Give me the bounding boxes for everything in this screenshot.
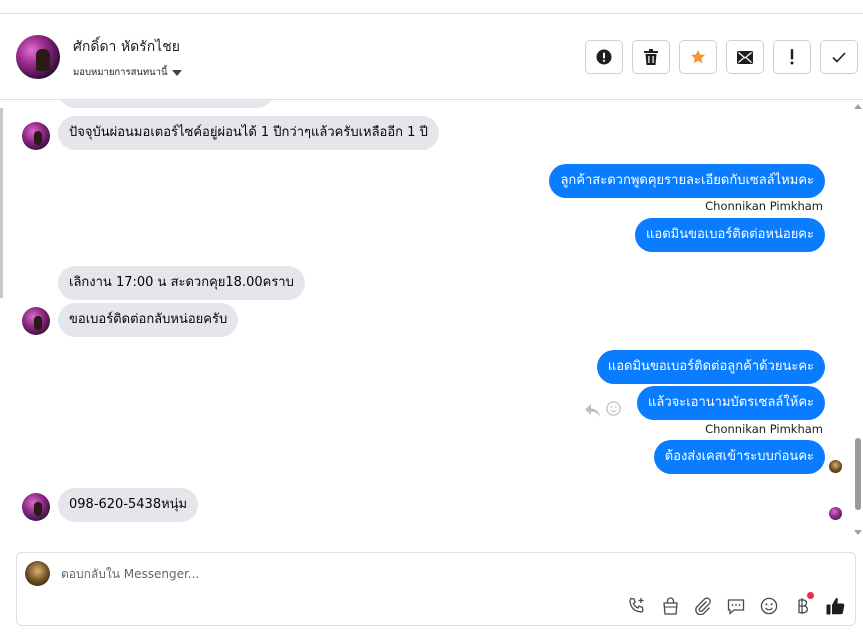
contact-avatar-small[interactable] [22, 307, 50, 335]
emoji-icon[interactable] [759, 596, 779, 616]
message-incoming[interactable]: เลิกงาน 17:00 น สะดวกคุย18.00คราบ [58, 266, 305, 300]
message-outgoing[interactable]: ลูกค้าสะดวกพูดคุยรายละเอียดกับเซลล์ไหมคะ [549, 164, 825, 198]
scroll-up-arrow[interactable] [854, 104, 862, 109]
message-incoming[interactable]: ขอเบอร์ติดต่อกลับหน่อยครับ [58, 303, 239, 337]
scroll-thumb[interactable] [855, 438, 861, 510]
phone-add-icon[interactable] [627, 596, 647, 616]
message-incoming[interactable]: ปัจจุบันผ่อนมอเตอร์ไซค์อยู่ผ่อนได้ 1 ปีก… [58, 116, 439, 150]
spam-button[interactable] [585, 40, 623, 74]
done-button[interactable] [820, 40, 858, 74]
paperclip-icon[interactable] [693, 596, 713, 616]
assign-label: มอบหมายการสนทนานี้ [73, 67, 168, 78]
react-emoji-icon[interactable] [606, 401, 621, 420]
sender-name: Chonnikan Pimkham [705, 199, 823, 213]
mark-unread-button[interactable] [726, 40, 764, 74]
reply-icon[interactable] [585, 402, 600, 421]
contact-read-avatar [829, 507, 842, 520]
composer-tools [627, 592, 845, 616]
alert-circle-icon [596, 49, 612, 65]
conversation-header: ศักดิ์ดา หัดรักไชย มอบหมายการสนทนานี้ [0, 14, 863, 100]
message-bubble-clipped [58, 100, 274, 108]
star-icon [691, 50, 705, 64]
saved-reply-icon[interactable] [726, 596, 746, 616]
notification-dot [807, 592, 814, 599]
message-thread: ปัจจุบันผ่อนมอเตอร์ไซค์อยู่ผ่อนได้ 1 ปีก… [0, 100, 852, 545]
page-avatar [25, 561, 50, 586]
reply-input[interactable] [61, 567, 561, 581]
sender-name: Chonnikan Pimkham [705, 422, 823, 436]
thread-scrollbar[interactable] [852, 100, 863, 545]
scroll-down-arrow[interactable] [854, 530, 862, 535]
contact-avatar-small[interactable] [22, 493, 50, 521]
envelope-icon [737, 50, 753, 64]
assign-conversation-dropdown[interactable]: มอบหมายการสนทนานี้ [73, 65, 182, 80]
caret-down-icon [171, 69, 182, 76]
checkmark-icon [832, 51, 846, 63]
contact-name[interactable]: ศักดิ์ดา หัดรักไชย [73, 36, 180, 58]
contact-avatar[interactable] [16, 35, 60, 79]
shopping-bag-icon[interactable] [660, 596, 680, 616]
message-outgoing[interactable]: แล้วจะเอานามบัตรเซลล์ให้คะ [636, 386, 825, 420]
star-button[interactable] [679, 40, 717, 74]
trash-icon [644, 49, 658, 65]
header-actions [585, 40, 858, 74]
message-outgoing[interactable]: แอดมินขอเบอร์ติดต่อหน่อยคะ [635, 218, 825, 252]
seen-indicator-avatar [829, 460, 842, 473]
reply-composer [16, 552, 856, 626]
contact-avatar-small[interactable] [22, 122, 50, 150]
message-outgoing[interactable]: ต้องส่งเคสเข้าระบบก่อนคะ [653, 440, 825, 474]
delete-button[interactable] [632, 40, 670, 74]
message-outgoing[interactable]: แอดมินขอเบอร์ติดต่อลูกค้าด้วยนะคะ [596, 350, 825, 384]
thumbs-up-icon[interactable] [825, 596, 845, 616]
follow-up-button[interactable] [773, 40, 811, 74]
message-incoming[interactable]: 098-620-5438หนุ่ม [58, 488, 199, 522]
exclamation-icon [790, 49, 794, 65]
baht-icon[interactable] [792, 592, 814, 616]
